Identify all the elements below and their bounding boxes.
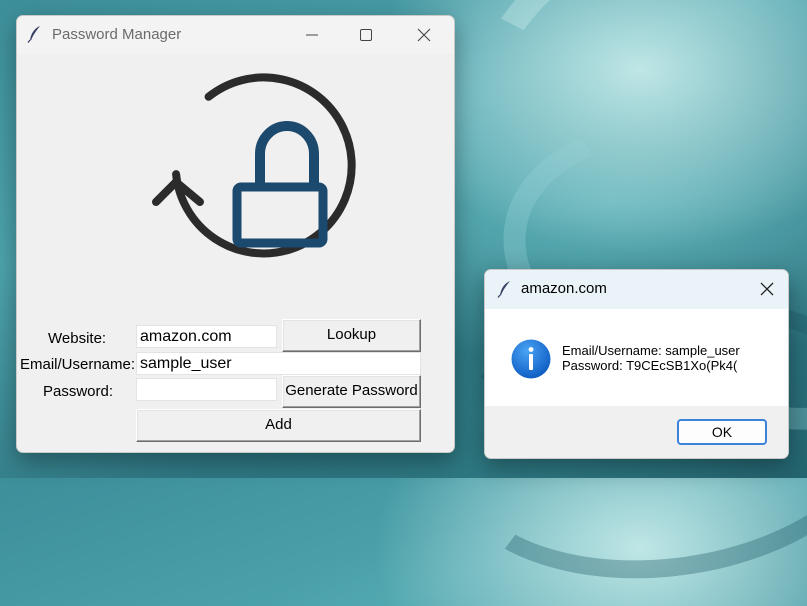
close-icon	[417, 28, 431, 42]
email-username-input[interactable]: sample_user	[136, 352, 421, 375]
window-title: Password Manager	[52, 26, 182, 43]
website-label: Website:	[48, 330, 107, 347]
website-input[interactable]: amazon.com	[136, 325, 277, 348]
dialog-footer: OK	[485, 406, 788, 458]
lookup-button[interactable]: Lookup	[282, 319, 421, 352]
dialog-message-line-2: Password: T9CEcSB1Xo(Pk4(	[562, 358, 738, 373]
dialog-close-button[interactable]	[747, 270, 788, 309]
email-username-label: Email/Username:	[20, 356, 136, 373]
password-input[interactable]	[136, 378, 277, 401]
dialog-title: amazon.com	[521, 280, 607, 297]
dialog-body: Email/Username: sample_user Password: T9…	[485, 309, 788, 406]
feather-icon	[497, 281, 510, 298]
lock-refresh-icon	[152, 73, 356, 258]
password-label: Password:	[43, 383, 114, 400]
password-manager-window: Password Manager Website: amazon.com Loo…	[16, 15, 455, 453]
dialog-message: Email/Username: sample_user Password: T9…	[562, 343, 740, 373]
info-dialog: amazon.com Email/Username: sample_user P…	[484, 269, 789, 459]
window-content: Website: amazon.com Lookup Email/Usernam…	[17, 54, 454, 452]
close-button[interactable]	[401, 16, 447, 54]
add-button[interactable]: Add	[136, 409, 421, 442]
ok-button[interactable]: OK	[677, 419, 767, 445]
close-icon	[760, 282, 774, 296]
minimize-icon	[306, 34, 318, 36]
maximize-button[interactable]	[343, 16, 389, 54]
feather-icon	[27, 26, 40, 43]
maximize-icon	[360, 29, 372, 41]
generate-password-button[interactable]: Generate Password	[282, 375, 421, 408]
dialog-message-line-1: Email/Username: sample_user	[562, 343, 740, 358]
minimize-button[interactable]	[289, 16, 335, 54]
dialog-title-bar[interactable]: amazon.com	[485, 270, 788, 309]
info-icon	[511, 339, 551, 379]
title-bar[interactable]: Password Manager	[17, 16, 454, 54]
